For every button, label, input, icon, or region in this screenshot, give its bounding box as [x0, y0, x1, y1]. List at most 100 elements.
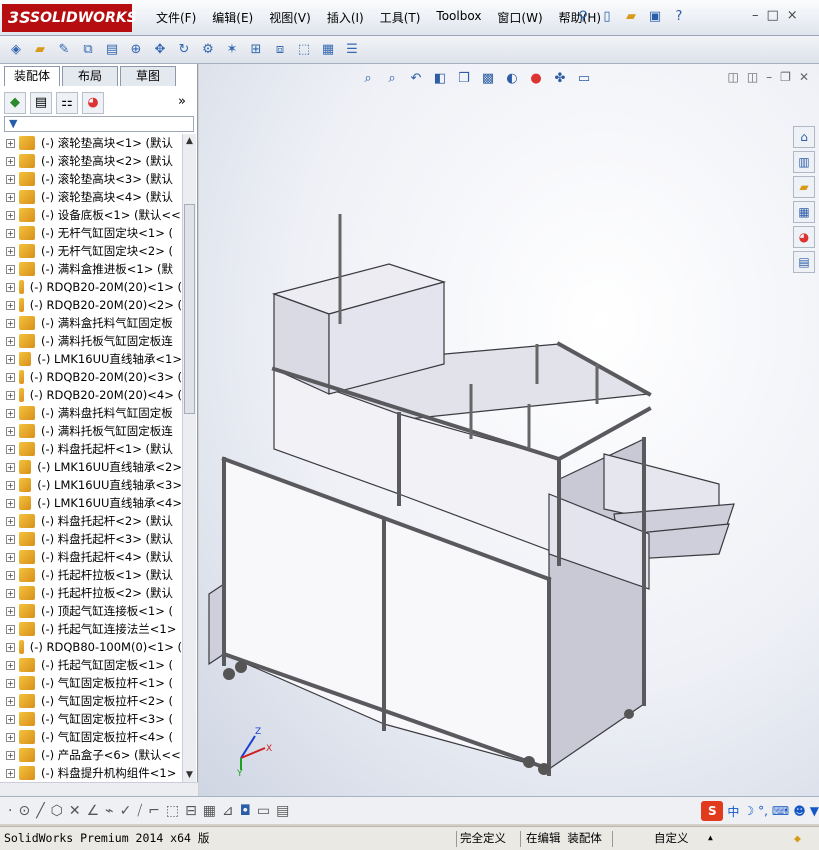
keyboard-icon[interactable]: ⌨	[772, 804, 789, 818]
corner-icon[interactable]: ⌐	[148, 803, 160, 819]
polygon-icon[interactable]: ⬡	[51, 803, 63, 819]
circle-icon[interactable]: ⊙	[18, 803, 30, 819]
tree-item[interactable]: + (-) 气缸固定板拉杆<2> (	[0, 692, 182, 710]
tag-icon[interactable]: ◆	[794, 827, 801, 849]
expand-icon[interactable]: +	[6, 768, 15, 778]
expand-icon[interactable]: +	[6, 624, 15, 634]
tree-item[interactable]: + (-) RDQB20-20M(20)<3> (	[0, 368, 182, 386]
menu-toolbox[interactable]: Toolbox	[428, 9, 489, 26]
display-manager-icon[interactable]: ◕	[82, 92, 104, 114]
expand-icon[interactable]: +	[6, 588, 15, 598]
rect-icon[interactable]: ▭	[257, 803, 270, 819]
tree-item[interactable]: + (-) 无杆气缸固定块<2> (	[0, 242, 182, 260]
tree-item[interactable]: + (-) 顶起气缸连接板<1> (	[0, 602, 182, 620]
options-icon[interactable]: ☰	[342, 40, 362, 60]
tree-item[interactable]: + (-) 料盘提升机构组件<1>	[0, 764, 182, 782]
tree-item[interactable]: + (-) RDQB80-100M(0)<1> (	[0, 638, 182, 656]
user-icon[interactable]: ☻	[793, 804, 806, 818]
expand-icon[interactable]: +	[6, 300, 15, 310]
weld-icon[interactable]: ⌁	[105, 803, 113, 819]
smart-fastener-icon[interactable]: ⊕	[126, 40, 146, 60]
tab-assembly[interactable]: 装配体	[4, 66, 60, 86]
mate-icon[interactable]: ⧉	[78, 40, 98, 60]
menu-edit[interactable]: 编辑(E)	[204, 9, 261, 26]
ime-language[interactable]: 中	[727, 803, 739, 820]
tree-item[interactable]: + (-) LMK16UU直线轴承<3>	[0, 476, 182, 494]
tree-item[interactable]: + (-) LMK16UU直线轴承<1>	[0, 350, 182, 368]
menu-window[interactable]: 窗口(W)	[489, 9, 550, 26]
tree-item[interactable]: + (-) 气缸固定板拉杆<4> (	[0, 728, 182, 746]
assembly-features-icon[interactable]: ⚙	[198, 40, 218, 60]
insert-component-icon[interactable]: ▤	[102, 40, 122, 60]
tree-horizontal-scrollbar[interactable]	[0, 782, 198, 796]
tree-filter[interactable]: ▼	[4, 116, 194, 132]
tree-item[interactable]: + (-) LMK16UU直线轴承<4>	[0, 494, 182, 512]
angle2-icon[interactable]: ⊿	[222, 803, 234, 819]
expand-icon[interactable]: +	[6, 606, 15, 616]
panel-expand-chevron[interactable]: »	[178, 94, 186, 109]
help-icon[interactable]: ?	[670, 8, 688, 26]
tree-item[interactable]: + (-) 滚轮垫高块<2> (默认	[0, 152, 182, 170]
angle-icon[interactable]: ∠	[87, 803, 100, 819]
tree-item[interactable]: + (-) LMK16UU直线轴承<2>	[0, 458, 182, 476]
menu-file[interactable]: 文件(F)	[148, 9, 204, 26]
tree-item[interactable]: + (-) 托起气缸连接法兰<1>	[0, 620, 182, 638]
open-folder-icon[interactable]: ▰	[622, 8, 640, 26]
expand-icon[interactable]: +	[6, 138, 15, 148]
tree-vertical-scrollbar[interactable]: ▲ ▼	[182, 134, 196, 782]
expand-icon[interactable]: +	[6, 246, 15, 256]
tree-item[interactable]: + (-) 滚轮垫高块<1> (默认	[0, 134, 182, 152]
tab-layout[interactable]: 布局	[62, 66, 118, 86]
expand-icon[interactable]: +	[6, 552, 15, 562]
expand-icon[interactable]: +	[6, 750, 15, 760]
instant3d-icon[interactable]: ⬚	[294, 40, 314, 60]
expand-icon[interactable]: +	[6, 642, 15, 652]
pin-icon[interactable]: ⚲	[574, 8, 592, 26]
tree-item[interactable]: + (-) 料盘托起杆<3> (默认	[0, 530, 182, 548]
tree-item[interactable]: + (-) 滚轮垫高块<3> (默认	[0, 170, 182, 188]
move-component-icon[interactable]: ✥	[150, 40, 170, 60]
interference-icon[interactable]: ⊞	[246, 40, 266, 60]
edit-component-icon[interactable]: ✎	[54, 40, 74, 60]
expand-icon[interactable]: +	[6, 210, 15, 220]
expand-icon[interactable]: +	[6, 408, 15, 418]
tree-item[interactable]: + (-) 托起杆拉板<2> (默认	[0, 584, 182, 602]
expand-icon[interactable]: +	[6, 426, 15, 436]
tree-item[interactable]: + (-) 满料盒推进板<1> (默	[0, 260, 182, 278]
expand-icon[interactable]: +	[6, 444, 15, 454]
menu-tools[interactable]: 工具(T)	[372, 9, 429, 26]
tree-item[interactable]: + (-) RDQB20-20M(20)<1> (	[0, 278, 182, 296]
check-icon[interactable]: ✓	[120, 803, 132, 819]
tree-item[interactable]: + (-) 料盘托起杆<2> (默认	[0, 512, 182, 530]
cube-icon[interactable]: ◈	[6, 40, 26, 60]
table-icon[interactable]: ▤	[276, 803, 289, 819]
expand-icon[interactable]: +	[6, 282, 15, 292]
tab-sketch[interactable]: 草图	[120, 66, 176, 86]
tree-item[interactable]: + (-) 滚轮垫高块<4> (默认	[0, 188, 182, 206]
tree-item[interactable]: + (-) 料盘托起杆<1> (默认	[0, 440, 182, 458]
menu-view[interactable]: 视图(V)	[261, 9, 319, 26]
expand-icon[interactable]: +	[6, 516, 15, 526]
tree-item[interactable]: + (-) 气缸固定板拉杆<1> (	[0, 674, 182, 692]
expand-icon[interactable]: +	[6, 660, 15, 670]
save-icon[interactable]: ▣	[646, 8, 664, 26]
dimension-icon[interactable]: ⊟	[185, 803, 197, 819]
expand-icon[interactable]: +	[6, 354, 15, 364]
expand-icon[interactable]: +	[6, 336, 15, 346]
tree-item[interactable]: + (-) 无杆气缸固定块<1> (	[0, 224, 182, 242]
tree-item[interactable]: + (-) 料盘托起杆<4> (默认	[0, 548, 182, 566]
expand-icon[interactable]: +	[6, 264, 15, 274]
expand-icon[interactable]: +	[6, 228, 15, 238]
expand-icon[interactable]: +	[6, 390, 15, 400]
cube-icon[interactable]: ◘	[240, 803, 251, 819]
scroll-up-arrow[interactable]: ▲	[183, 134, 196, 148]
tree-item[interactable]: + (-) 满料盒托料气缸固定板	[0, 314, 182, 332]
ime-moon-icon[interactable]: ☽	[743, 804, 754, 818]
expand-icon[interactable]: +	[6, 192, 15, 202]
expand-icon[interactable]: +	[6, 480, 15, 490]
new-doc-icon[interactable]: ▯	[598, 8, 616, 26]
status-units[interactable]: 自定义	[654, 827, 689, 849]
close-button[interactable]: ×	[787, 8, 798, 23]
menu-insert[interactable]: 插入(I)	[319, 9, 372, 26]
exploded-view-icon[interactable]: ⧈	[270, 40, 290, 60]
